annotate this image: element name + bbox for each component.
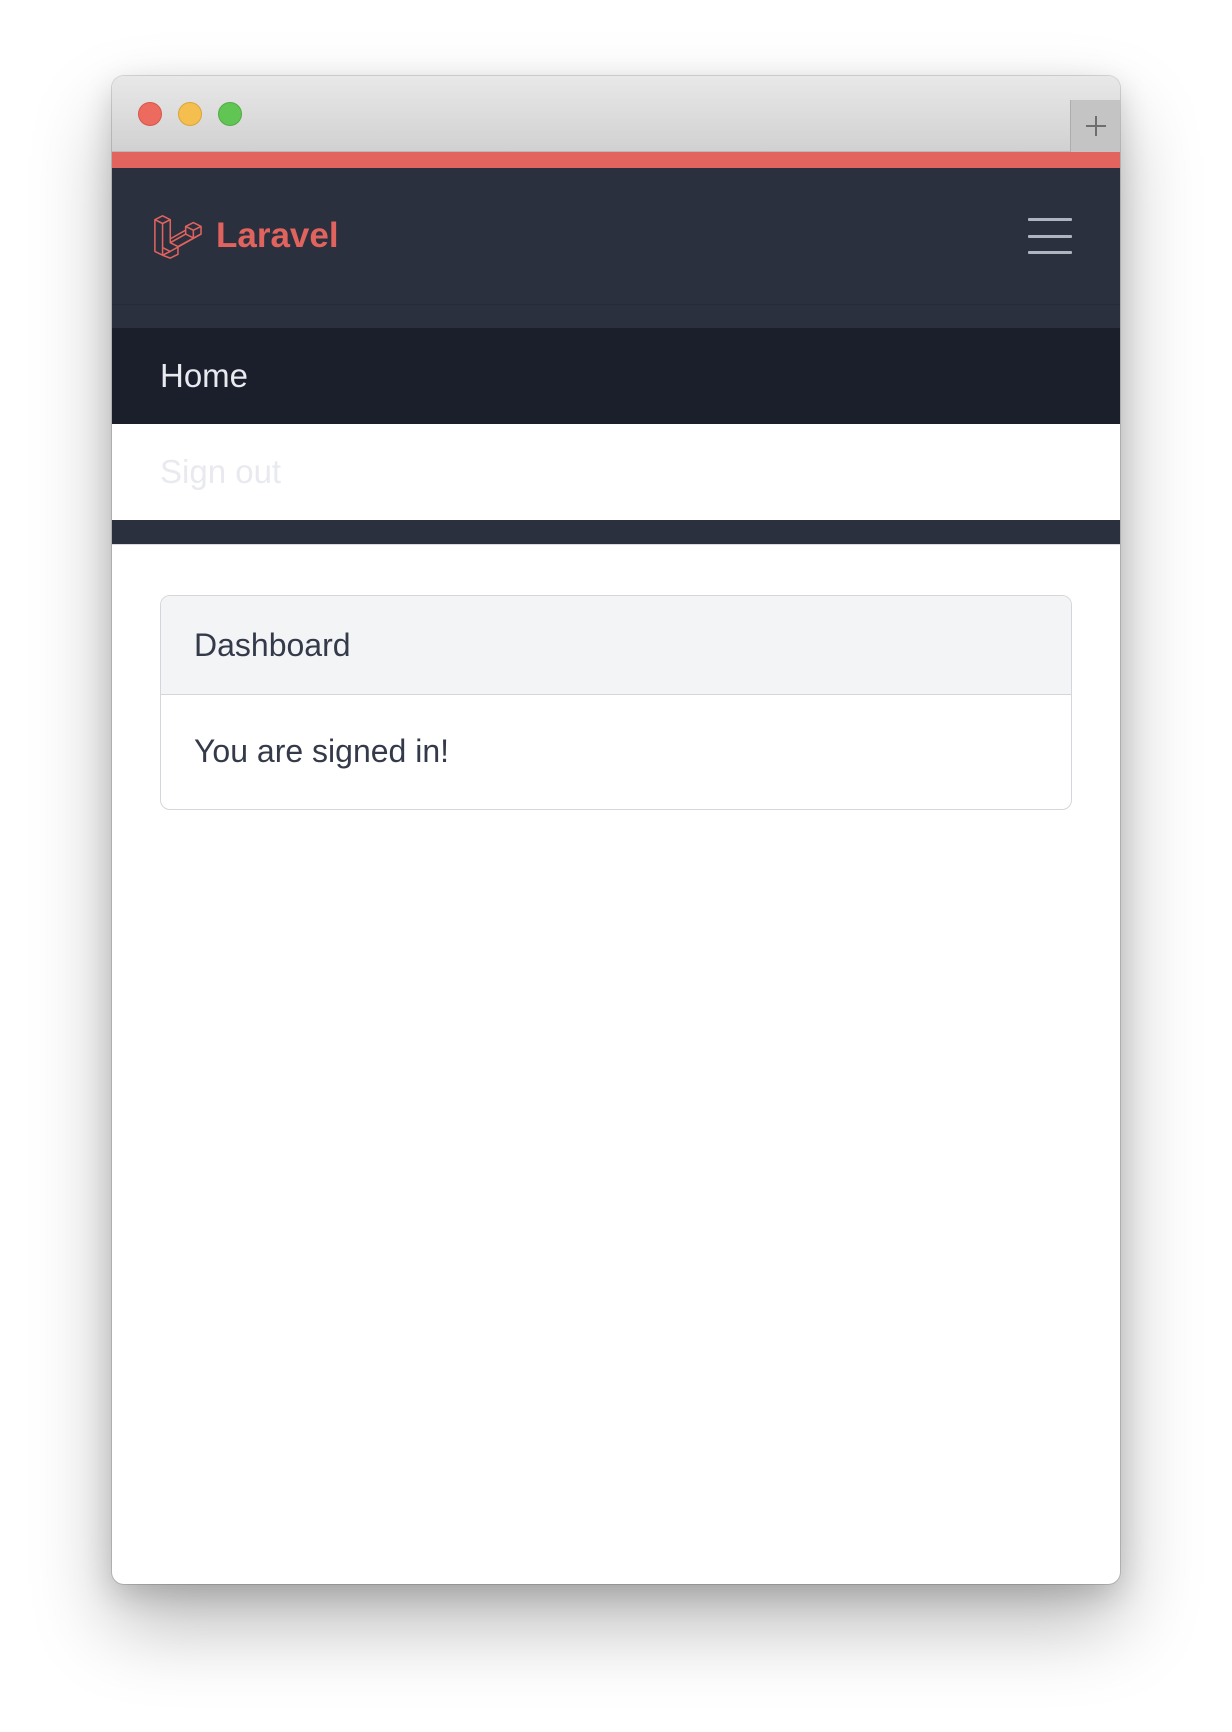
close-window-button[interactable] xyxy=(138,102,162,126)
plus-icon xyxy=(1085,116,1106,136)
nav-bottom xyxy=(112,520,1120,545)
laravel-logo-icon xyxy=(154,215,202,259)
zoom-window-button[interactable] xyxy=(218,102,242,126)
nav-divider xyxy=(112,304,1120,328)
minimize-window-button[interactable] xyxy=(178,102,202,126)
nav-item-sign-out[interactable]: Sign out xyxy=(112,424,1120,520)
card-body: You are signed in! xyxy=(194,733,450,769)
new-tab-button[interactable] xyxy=(1070,100,1120,152)
title-bar xyxy=(112,76,1120,152)
nav-item-home[interactable]: Home xyxy=(112,328,1120,424)
dashboard-card: Dashboard You are signed in! xyxy=(160,595,1072,810)
hamburger-menu-icon[interactable] xyxy=(1028,218,1072,254)
card-header: Dashboard xyxy=(161,596,1071,695)
brand-link[interactable]: Laravel xyxy=(152,211,339,261)
main-content: Dashboard You are signed in! xyxy=(112,545,1120,860)
brand-name: Laravel xyxy=(216,216,339,255)
accent-bar xyxy=(112,152,1120,168)
browser-window: Laravel Home Sign out Dashboard You are … xyxy=(112,76,1120,1584)
navbar: Laravel xyxy=(112,168,1120,304)
